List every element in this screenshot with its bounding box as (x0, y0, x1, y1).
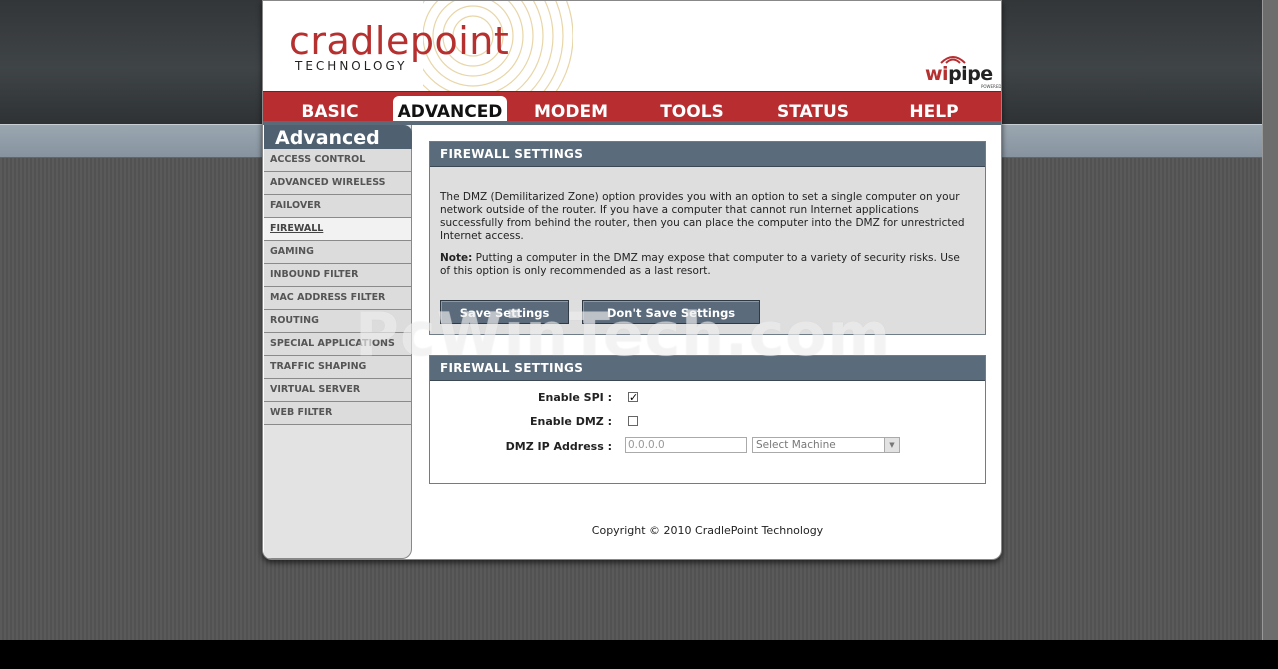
sidebar-item-inbound-filter[interactable]: INBOUND FILTER (264, 264, 411, 287)
dmz-note: Note: Putting a computer in the DMZ may … (440, 252, 970, 278)
chevron-down-icon[interactable]: ▼ (884, 438, 899, 452)
cradlepoint-logo-subtitle: TECHNOLOGY (295, 59, 408, 73)
sidebar-item-routing[interactable]: ROUTING (264, 310, 411, 333)
tab-status[interactable]: STATUS (756, 96, 870, 124)
enable-spi-label: Enable SPI : (537, 391, 612, 404)
cradlepoint-logo: cradlepoint (289, 19, 510, 63)
wipipe-logo-tagline: POWERED (981, 84, 1002, 89)
wipipe-logo-prefix: wi (925, 63, 949, 85)
select-machine-value: Select Machine (756, 439, 836, 451)
checkmark-icon: ✓ (629, 391, 639, 404)
sidebar: Advanced ACCESS CONTROL ADVANCED WIRELES… (264, 125, 412, 559)
enable-spi-checkbox[interactable]: ✓ (628, 391, 639, 404)
sidebar-item-virtual-server[interactable]: VIRTUAL SERVER (264, 379, 411, 402)
tab-advanced[interactable]: ADVANCED (393, 96, 507, 124)
sidebar-item-gaming[interactable]: GAMING (264, 241, 411, 264)
sidebar-item-special-applications[interactable]: SPECIAL APPLICATIONS (264, 333, 411, 356)
panel-title: FIREWALL SETTINGS (430, 356, 985, 381)
dmz-description: The DMZ (Demilitarized Zone) option prov… (440, 191, 965, 242)
note-label: Note: (440, 252, 473, 264)
save-settings-button[interactable]: Save Settings (440, 300, 569, 324)
wipipe-logo-suffix: pipe (948, 63, 993, 85)
select-machine-dropdown[interactable]: Select Machine ▼ (752, 437, 900, 453)
header: cradlepoint TECHNOLOGY wipipe POWERED (263, 1, 1002, 101)
tab-tools[interactable]: TOOLS (635, 96, 749, 124)
sidebar-item-firewall[interactable]: FIREWALL (264, 218, 411, 241)
sidebar-item-failover[interactable]: FAILOVER (264, 195, 411, 218)
window-scrollbar[interactable] (1262, 0, 1278, 640)
sidebar-title: Advanced (264, 125, 412, 149)
enable-dmz-checkbox[interactable] (628, 416, 638, 426)
dmz-ip-address-label: DMZ IP Address : (505, 440, 612, 453)
tab-help[interactable]: HELP (877, 96, 991, 124)
copyright-text: Copyright © 2010 CradlePoint Technology (591, 524, 824, 537)
main-nav: BASIC ADVANCED MODEM TOOLS STATUS HELP (263, 91, 1001, 124)
panel-title: FIREWALL SETTINGS (430, 142, 985, 167)
sidebar-item-traffic-shaping[interactable]: TRAFFIC SHAPING (264, 356, 411, 379)
sidebar-menu: ACCESS CONTROL ADVANCED WIRELESS FAILOVE… (264, 149, 411, 425)
sidebar-item-access-control[interactable]: ACCESS CONTROL (264, 149, 411, 172)
page-background-bottom (0, 640, 1278, 669)
note-text: Putting a computer in the DMZ may expose… (440, 252, 960, 277)
sidebar-item-advanced-wireless[interactable]: ADVANCED WIRELESS (264, 172, 411, 195)
dmz-ip-address-input[interactable]: 0.0.0.0 (625, 437, 747, 453)
firewall-intro-panel: FIREWALL SETTINGS The DMZ (Demilitarized… (429, 141, 986, 335)
router-admin-frame: cradlepoint TECHNOLOGY wipipe POWERED BA… (262, 0, 1002, 560)
firewall-settings-panel: FIREWALL SETTINGS Enable SPI : ✓ Enable … (429, 355, 986, 484)
sidebar-item-mac-address-filter[interactable]: MAC ADDRESS FILTER (264, 287, 411, 310)
tab-modem[interactable]: MODEM (514, 96, 628, 124)
sidebar-item-web-filter[interactable]: WEB FILTER (264, 402, 411, 425)
dont-save-settings-button[interactable]: Don't Save Settings (582, 300, 760, 324)
tab-basic[interactable]: BASIC (273, 96, 387, 124)
enable-dmz-label: Enable DMZ : (530, 415, 612, 428)
